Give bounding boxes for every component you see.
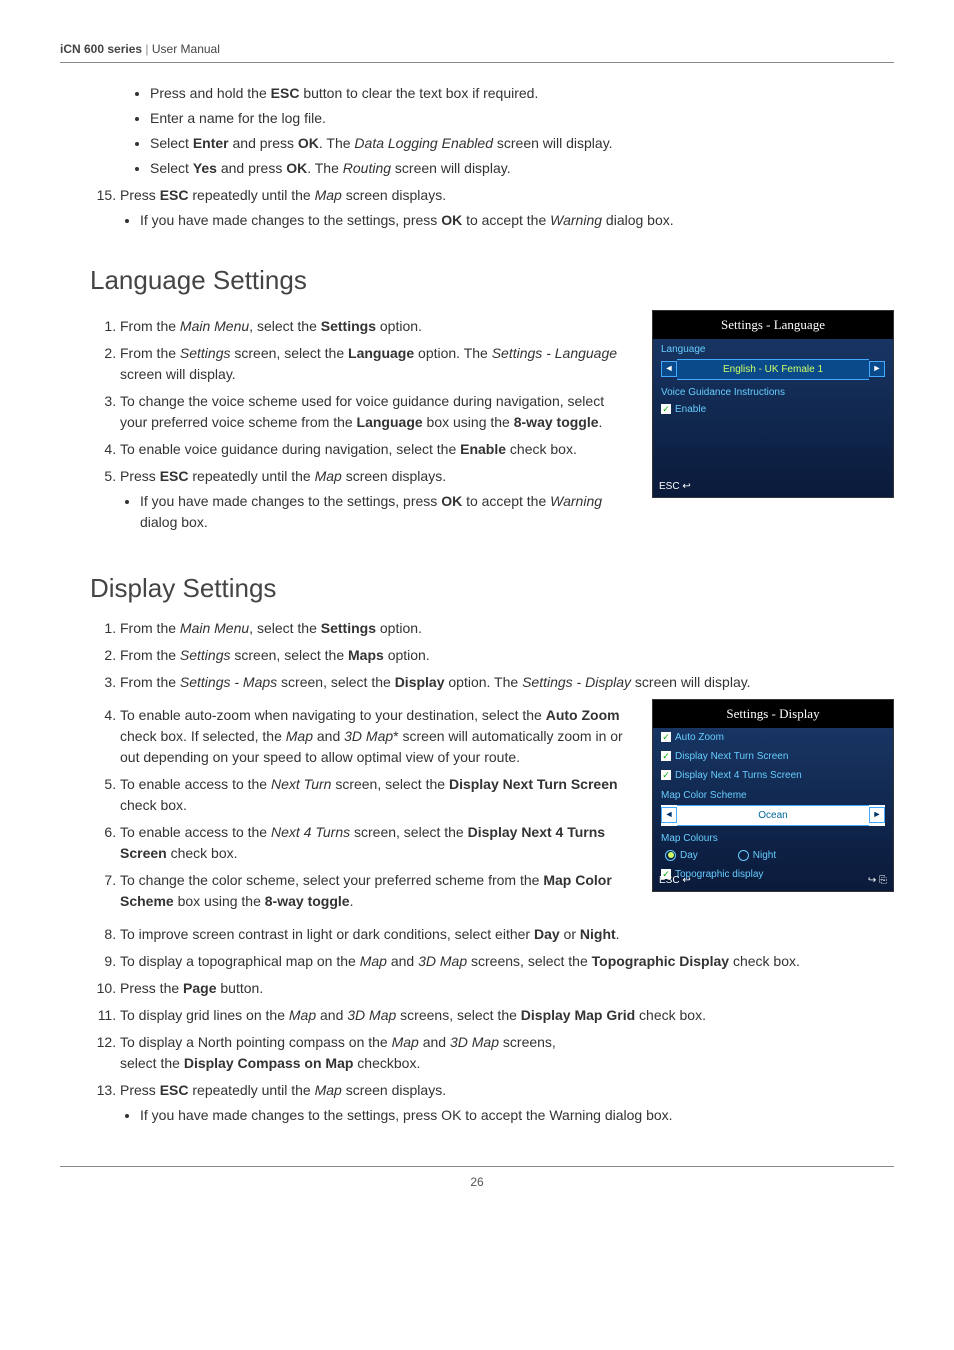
step: To enable access to the Next 4 Turns scr…: [120, 822, 632, 864]
arrow-right-icon[interactable]: ►: [869, 361, 885, 377]
heading-display-settings: Display Settings: [90, 569, 894, 608]
autozoom-checkbox[interactable]: ✓ Auto Zoom: [653, 728, 893, 747]
page-header: iCN 600 series | User Manual: [60, 40, 894, 63]
list-item: If you have made changes to the settings…: [140, 1105, 894, 1126]
nextturn-checkbox[interactable]: ✓ Display Next Turn Screen: [653, 747, 893, 766]
display-steps-rest: To improve screen contrast in light or d…: [90, 924, 894, 1126]
display-steps-cont: To enable auto-zoom when navigating to y…: [90, 705, 632, 912]
product-name: iCN 600 series: [60, 42, 142, 56]
step: Press ESC repeatedly until the Map scree…: [120, 466, 632, 533]
step-15: Press ESC repeatedly until the Map scree…: [120, 185, 894, 231]
night-radio[interactable]: Night: [738, 848, 776, 863]
step: From the Settings screen, select the Map…: [120, 645, 894, 666]
step: To change the voice scheme used for voic…: [120, 391, 632, 433]
arrow-left-icon[interactable]: ◄: [661, 361, 677, 377]
map-colours-radio[interactable]: Day Night: [653, 846, 893, 865]
language-value: English - UK Female 1: [677, 359, 869, 380]
step: To display a North pointing compass on t…: [120, 1032, 894, 1074]
language-screenshot: Settings - Language Language ◄ English -…: [652, 310, 894, 498]
mcs-value: Ocean: [677, 805, 869, 826]
day-radio[interactable]: Day: [665, 848, 698, 863]
arrow-right-icon[interactable]: ►: [869, 807, 885, 823]
step: From the Main Menu, select the Settings …: [120, 316, 632, 337]
step: From the Settings screen, select the Lan…: [120, 343, 632, 385]
list-item: If you have made changes to the settings…: [140, 491, 632, 533]
esc-indicator: ESC ↩: [659, 479, 691, 494]
step: To display grid lines on the Map and 3D …: [120, 1005, 894, 1026]
step: From the Main Menu, select the Settings …: [120, 618, 894, 639]
top-bullets: Press and hold the ESC button to clear t…: [120, 83, 894, 179]
doc-type: User Manual: [152, 42, 220, 56]
page-number: 26: [60, 1166, 894, 1191]
radio-off-icon: [738, 850, 749, 861]
top-steps: Press ESC repeatedly until the Map scree…: [90, 185, 894, 231]
vgi-label: Voice Guidance Instructions: [653, 382, 893, 400]
step: To enable auto-zoom when navigating to y…: [120, 705, 632, 768]
language-selector[interactable]: ◄ English - UK Female 1 ►: [661, 359, 885, 380]
heading-language-settings: Language Settings: [90, 261, 894, 300]
step: To improve screen contrast in light or d…: [120, 924, 894, 945]
list-item: If you have made changes to the settings…: [140, 210, 894, 231]
step: To enable access to the Next Turn screen…: [120, 774, 632, 816]
list-item: Select Enter and press OK. The Data Logg…: [150, 133, 894, 154]
esc-indicator: ESC ↩: [659, 873, 691, 888]
step: To enable voice guidance during navigati…: [120, 439, 632, 460]
checkbox-icon: ✓: [661, 404, 671, 414]
mcs-selector[interactable]: ◄ Ocean ►: [661, 805, 885, 826]
step: To display a topographical map on the Ma…: [120, 951, 894, 972]
arrow-left-icon[interactable]: ◄: [661, 807, 677, 823]
step: Press ESC repeatedly until the Map scree…: [120, 1080, 894, 1126]
step: From the Settings - Maps screen, select …: [120, 672, 894, 693]
screenshot-title: Settings - Display: [653, 700, 893, 728]
step: Press the Page button.: [120, 978, 894, 999]
display-screenshot: Settings - Display ✓ Auto Zoom ✓ Display…: [652, 699, 894, 892]
checkbox-icon: ✓: [661, 751, 671, 761]
list-item: Press and hold the ESC button to clear t…: [150, 83, 894, 104]
step: To change the color scheme, select your …: [120, 870, 632, 912]
field-label: Language: [653, 339, 893, 357]
list-item: Enter a name for the log file.: [150, 108, 894, 129]
display-steps: From the Main Menu, select the Settings …: [90, 618, 894, 693]
language-steps: From the Main Menu, select the Settings …: [90, 316, 632, 533]
list-item: Select Yes and press OK. The Routing scr…: [150, 158, 894, 179]
mcs-label: Map Color Scheme: [653, 785, 893, 803]
checkbox-icon: ✓: [661, 732, 671, 742]
mc-label: Map Colours: [653, 828, 893, 846]
next4-checkbox[interactable]: ✓ Display Next 4 Turns Screen: [653, 766, 893, 785]
checkbox-icon: ✓: [661, 770, 671, 780]
page-indicator-icon: ↪ ⎘: [868, 873, 887, 888]
radio-on-icon: [665, 850, 676, 861]
screenshot-title: Settings - Language: [653, 311, 893, 339]
enable-checkbox[interactable]: ✓ Enable: [653, 400, 893, 419]
